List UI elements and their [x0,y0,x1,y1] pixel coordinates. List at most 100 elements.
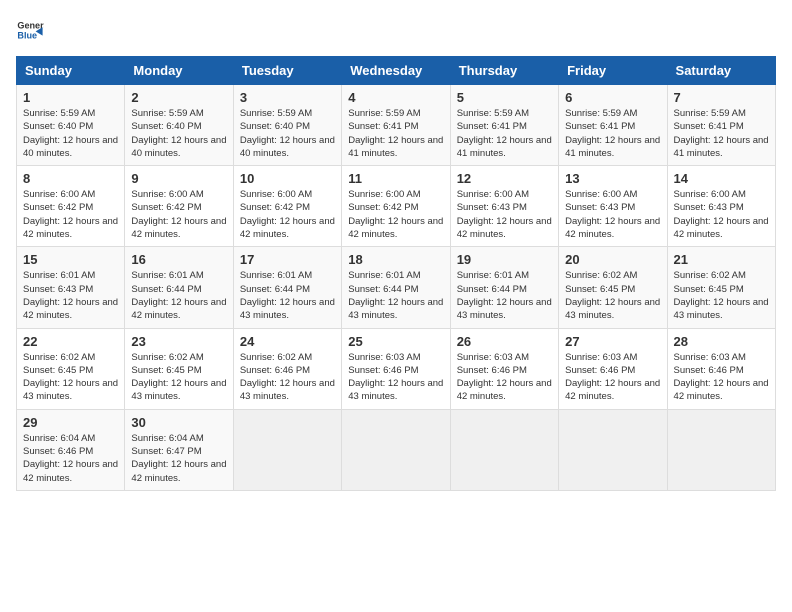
day-detail: Sunrise: 6:02 AMSunset: 6:45 PMDaylight:… [23,352,118,403]
day-number: 27 [565,334,660,349]
calendar-cell: 13Sunrise: 6:00 AMSunset: 6:43 PMDayligh… [559,166,667,247]
calendar-cell: 1 Sunrise: 5:59 AMSunset: 6:40 PMDaylight… [17,85,125,166]
day-detail: Sunrise: 6:00 AMSunset: 6:43 PMDaylight:… [674,189,769,240]
day-number: 15 [23,252,118,267]
calendar-cell: 20 Sunrise: 6:02 AMSunset: 6:45 PMDayligh… [559,247,667,328]
day-detail: Sunrise: 5:59 AMSunset: 6:40 PMDaylight:… [240,108,335,159]
day-detail: Sunrise: 6:03 AMSunset: 6:46 PMDaylight:… [457,352,552,403]
calendar-cell: 28 Sunrise: 6:03 AMSunset: 6:46 PMDayligh… [667,328,775,409]
page-header: General Blue [16,16,776,44]
calendar-cell: 10 Sunrise: 6:00 AMSunset: 6:42 PMDayligh… [233,166,341,247]
day-detail: Sunrise: 5:59 AMSunset: 6:41 PMDaylight:… [565,108,660,159]
calendar-cell: 6 Sunrise: 5:59 AMSunset: 6:41 PMDaylight… [559,85,667,166]
calendar-cell [450,409,558,490]
calendar-week-row: 22 Sunrise: 6:02 AMSunset: 6:45 PMDayligh… [17,328,776,409]
day-number: 1 [23,90,118,105]
calendar-cell: 14 Sunrise: 6:00 AMSunset: 6:43 PMDayligh… [667,166,775,247]
day-detail: Sunrise: 5:59 AMSunset: 6:41 PMDaylight:… [457,108,552,159]
day-detail: Sunrise: 6:03 AMSunset: 6:46 PMDaylight:… [565,352,660,403]
day-detail: Sunrise: 6:01 AMSunset: 6:44 PMDaylight:… [131,270,226,321]
weekday-header-tuesday: Tuesday [233,57,341,85]
day-detail: Sunrise: 6:00 AMSunset: 6:43 PMDaylight:… [457,189,552,240]
day-detail: Sunrise: 6:01 AMSunset: 6:44 PMDaylight:… [457,270,552,321]
day-detail: Sunrise: 6:02 AMSunset: 6:45 PMDaylight:… [131,352,226,403]
day-number: 19 [457,252,552,267]
day-number: 18 [348,252,443,267]
day-number: 20 [565,252,660,267]
day-number: 2 [131,90,226,105]
day-detail: Sunrise: 6:01 AMSunset: 6:44 PMDaylight:… [348,270,443,321]
day-number: 7 [674,90,769,105]
calendar-cell: 5 Sunrise: 5:59 AMSunset: 6:41 PMDaylight… [450,85,558,166]
calendar-cell: 11 Sunrise: 6:00 AMSunset: 6:42 PMDayligh… [342,166,450,247]
day-detail: Sunrise: 6:00 AMSunset: 6:42 PMDaylight:… [240,189,335,240]
logo-icon: General Blue [16,16,44,44]
calendar-cell: 21Sunrise: 6:02 AMSunset: 6:45 PMDayligh… [667,247,775,328]
calendar-cell: 3 Sunrise: 5:59 AMSunset: 6:40 PMDaylight… [233,85,341,166]
calendar-cell: 30 Sunrise: 6:04 AMSunset: 6:47 PMDayligh… [125,409,233,490]
logo: General Blue [16,16,44,44]
day-number: 6 [565,90,660,105]
day-detail: Sunrise: 6:04 AMSunset: 6:47 PMDaylight:… [131,433,226,484]
weekday-header-monday: Monday [125,57,233,85]
day-number: 10 [240,171,335,186]
day-number: 8 [23,171,118,186]
day-number: 11 [348,171,443,186]
calendar-week-row: 29Sunrise: 6:04 AMSunset: 6:46 PMDayligh… [17,409,776,490]
calendar-cell: 29Sunrise: 6:04 AMSunset: 6:46 PMDayligh… [17,409,125,490]
day-number: 24 [240,334,335,349]
day-number: 9 [131,171,226,186]
calendar-cell: 8 Sunrise: 6:00 AMSunset: 6:42 PMDaylight… [17,166,125,247]
calendar-cell: 19 Sunrise: 6:01 AMSunset: 6:44 PMDayligh… [450,247,558,328]
calendar-cell: 15 Sunrise: 6:01 AMSunset: 6:43 PMDayligh… [17,247,125,328]
calendar-cell: 24 Sunrise: 6:02 AMSunset: 6:46 PMDayligh… [233,328,341,409]
day-number: 17 [240,252,335,267]
calendar-cell: 9Sunrise: 6:00 AMSunset: 6:42 PMDaylight… [125,166,233,247]
calendar-cell: 26 Sunrise: 6:03 AMSunset: 6:46 PMDayligh… [450,328,558,409]
day-detail: Sunrise: 6:03 AMSunset: 6:46 PMDaylight:… [348,352,443,403]
day-detail: Sunrise: 6:00 AMSunset: 6:42 PMDaylight:… [348,189,443,240]
day-detail: Sunrise: 6:03 AMSunset: 6:46 PMDaylight:… [674,352,769,403]
calendar-table: SundayMondayTuesdayWednesdayThursdayFrid… [16,56,776,491]
day-number: 3 [240,90,335,105]
day-number: 22 [23,334,118,349]
day-number: 14 [674,171,769,186]
calendar-cell [559,409,667,490]
weekday-header-sunday: Sunday [17,57,125,85]
weekday-header-wednesday: Wednesday [342,57,450,85]
weekday-header-friday: Friday [559,57,667,85]
day-detail: Sunrise: 6:02 AMSunset: 6:45 PMDaylight:… [674,270,769,321]
calendar-week-row: 15 Sunrise: 6:01 AMSunset: 6:43 PMDayligh… [17,247,776,328]
day-number: 30 [131,415,226,430]
calendar-cell [233,409,341,490]
weekday-header-saturday: Saturday [667,57,775,85]
day-number: 28 [674,334,769,349]
calendar-cell: 2 Sunrise: 5:59 AMSunset: 6:40 PMDaylight… [125,85,233,166]
calendar-cell: 12 Sunrise: 6:00 AMSunset: 6:43 PMDayligh… [450,166,558,247]
day-number: 29 [23,415,118,430]
calendar-week-row: 8 Sunrise: 6:00 AMSunset: 6:42 PMDaylight… [17,166,776,247]
day-detail: Sunrise: 5:59 AMSunset: 6:40 PMDaylight:… [23,108,118,159]
calendar-cell [667,409,775,490]
day-detail: Sunrise: 6:00 AMSunset: 6:42 PMDaylight:… [23,189,118,240]
day-number: 13 [565,171,660,186]
weekday-header-thursday: Thursday [450,57,558,85]
calendar-header-row: SundayMondayTuesdayWednesdayThursdayFrid… [17,57,776,85]
calendar-cell: 23Sunrise: 6:02 AMSunset: 6:45 PMDayligh… [125,328,233,409]
day-detail: Sunrise: 6:01 AMSunset: 6:44 PMDaylight:… [240,270,335,321]
day-number: 12 [457,171,552,186]
day-detail: Sunrise: 6:02 AMSunset: 6:46 PMDaylight:… [240,352,335,403]
calendar-cell: 7 Sunrise: 5:59 AMSunset: 6:41 PMDaylight… [667,85,775,166]
day-detail: Sunrise: 5:59 AMSunset: 6:40 PMDaylight:… [131,108,226,159]
calendar-week-row: 1 Sunrise: 5:59 AMSunset: 6:40 PMDaylight… [17,85,776,166]
day-detail: Sunrise: 6:02 AMSunset: 6:45 PMDaylight:… [565,270,660,321]
day-number: 5 [457,90,552,105]
day-number: 26 [457,334,552,349]
calendar-cell: 17 Sunrise: 6:01 AMSunset: 6:44 PMDayligh… [233,247,341,328]
calendar-cell: 16Sunrise: 6:01 AMSunset: 6:44 PMDayligh… [125,247,233,328]
calendar-cell: 22 Sunrise: 6:02 AMSunset: 6:45 PMDayligh… [17,328,125,409]
day-detail: Sunrise: 6:01 AMSunset: 6:43 PMDaylight:… [23,270,118,321]
day-detail: Sunrise: 5:59 AMSunset: 6:41 PMDaylight:… [674,108,769,159]
day-number: 25 [348,334,443,349]
calendar-cell: 25 Sunrise: 6:03 AMSunset: 6:46 PMDayligh… [342,328,450,409]
